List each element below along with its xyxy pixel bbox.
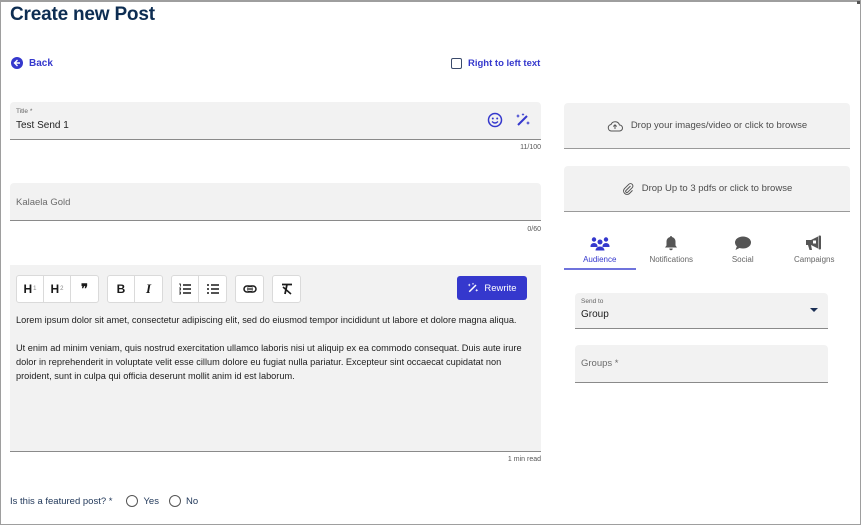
bold-button[interactable]: B <box>108 276 135 302</box>
back-label: Back <box>29 57 53 69</box>
bullet-list-button[interactable] <box>199 276 226 302</box>
read-time: 1 min read <box>507 456 541 463</box>
link-group <box>235 275 264 303</box>
title-label: Title * <box>16 108 33 115</box>
author-input[interactable]: Kalaela Gold <box>10 183 541 221</box>
featured-label: Is this a featured post? * <box>10 495 113 507</box>
tab-social[interactable]: Social <box>707 234 779 270</box>
pdf-dropzone[interactable]: Drop Up to 3 pdfs or click to browse <box>564 166 850 212</box>
settings-tabs: Audience Notifications Social Campaigns <box>564 234 850 270</box>
send-to-value: Group <box>581 309 609 320</box>
rewrite-button[interactable]: Rewrite <box>457 276 527 300</box>
groups-input[interactable]: Groups * <box>575 345 828 383</box>
resize-corner <box>857 1 860 4</box>
quote-icon: ❞ <box>81 281 88 296</box>
editor-paragraph: Lorem ipsum dolor sit amet, consectetur … <box>16 315 517 325</box>
chevron-down-icon[interactable] <box>810 308 818 312</box>
clear-format-button[interactable] <box>273 276 300 302</box>
list-group <box>171 275 227 303</box>
rtl-text-toggle[interactable]: Right to left text <box>451 58 540 69</box>
title-input[interactable]: Title * Test Send 1 <box>10 102 541 140</box>
media-dropzone[interactable]: Drop your images/video or click to brows… <box>564 103 850 149</box>
users-icon <box>590 235 610 251</box>
rich-text-editor[interactable]: H1 H2 ❞ B I Rewrite Lorem ipsum dolor si… <box>10 265 541 452</box>
featured-yes-option[interactable]: Yes <box>126 495 159 507</box>
tab-audience-label: Audience <box>583 255 617 264</box>
author-value: Kalaela Gold <box>16 197 71 208</box>
featured-post-question: Is this a featured post? * Yes No <box>10 495 198 507</box>
bell-icon <box>664 235 678 251</box>
tab-notifications[interactable]: Notifications <box>636 234 708 270</box>
pdf-dropzone-label: Drop Up to 3 pdfs or click to browse <box>641 183 793 194</box>
clear-format-icon <box>281 283 292 295</box>
megaphone-icon <box>805 235 823 251</box>
title-value: Test Send 1 <box>16 120 69 131</box>
ordered-list-button[interactable] <box>172 276 199 302</box>
quote-button[interactable]: ❞ <box>71 276 98 302</box>
author-char-counter: 0/60 <box>527 226 541 233</box>
featured-no-option[interactable]: No <box>168 495 199 507</box>
link-icon <box>242 285 257 293</box>
bullet-list-icon <box>206 284 219 294</box>
tab-social-label: Social <box>731 255 754 264</box>
clear-format-group <box>272 275 301 303</box>
editor-toolbar: H1 H2 ❞ B I <box>16 275 301 303</box>
heading-group: H1 H2 ❞ <box>16 275 99 303</box>
arrow-left-circle-icon <box>11 57 23 69</box>
tab-audience[interactable]: Audience <box>564 234 636 270</box>
editor-paragraph: Ut enim ad minim veniam, quis nostrud ex… <box>16 343 522 381</box>
title-char-counter: 11/100 <box>520 144 541 151</box>
back-button[interactable]: Back <box>11 57 53 69</box>
media-dropzone-label: Drop your images/video or click to brows… <box>630 120 808 131</box>
radio-yes[interactable] <box>126 495 139 507</box>
heading2-button[interactable]: H2 <box>44 276 71 302</box>
rtl-label: Right to left text <box>468 58 541 69</box>
featured-yes-label: Yes <box>143 495 159 507</box>
paperclip-icon <box>622 183 634 195</box>
send-to-label: Send to <box>581 298 604 305</box>
ordered-list-icon <box>179 283 191 295</box>
page-title: Create new Post <box>10 4 155 25</box>
featured-no-label: No <box>185 495 199 507</box>
tab-campaigns-label: Campaigns <box>794 255 835 264</box>
groups-placeholder: Groups * <box>581 358 619 369</box>
rtl-checkbox[interactable] <box>451 58 462 69</box>
editor-content[interactable]: Lorem ipsum dolor sit amet, consectetur … <box>16 313 531 397</box>
cloud-upload-icon <box>607 120 623 131</box>
tab-campaigns[interactable]: Campaigns <box>779 234 851 270</box>
magic-wand-icon[interactable] <box>515 112 531 133</box>
link-button[interactable] <box>236 276 263 302</box>
send-to-select[interactable]: Send to Group <box>575 293 828 329</box>
format-group: B I <box>107 275 163 303</box>
emoji-icon[interactable] <box>487 112 503 133</box>
rewrite-label: Rewrite <box>484 282 517 294</box>
heading1-button[interactable]: H1 <box>17 276 44 302</box>
radio-no[interactable] <box>168 495 181 507</box>
magic-wand-icon <box>468 282 479 293</box>
italic-button[interactable]: I <box>135 276 162 302</box>
chat-bubble-icon <box>734 235 752 251</box>
tab-notifications-label: Notifications <box>649 255 694 264</box>
